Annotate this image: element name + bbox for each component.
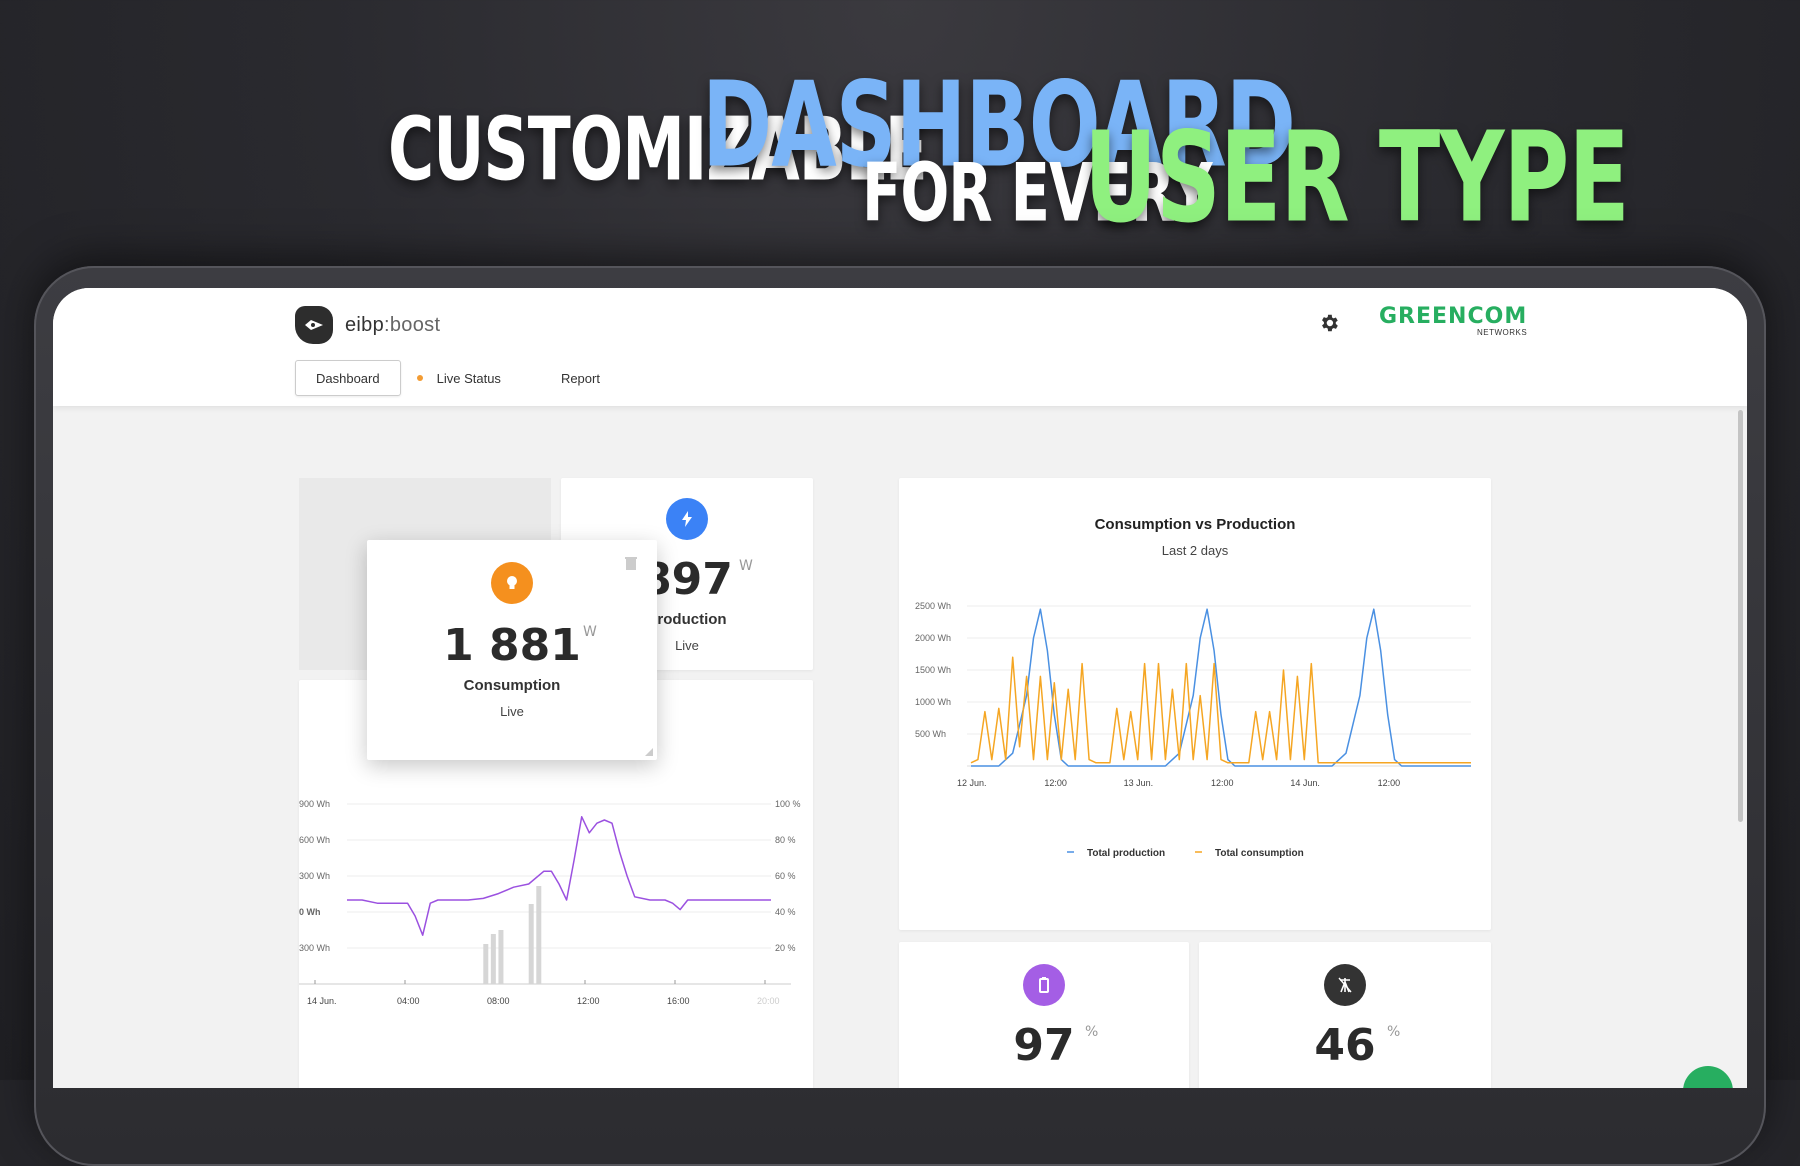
battery-level-unit: % bbox=[1085, 1024, 1099, 1040]
app-header: eibp:boost GREENCOM NETWORKS Dashboard L… bbox=[53, 288, 1747, 406]
tab-live-status[interactable]: Live Status bbox=[437, 361, 521, 395]
consumption-sub: Live bbox=[500, 704, 524, 719]
battery-y-tick-left: 900 Wh bbox=[299, 799, 330, 809]
nav-tabs: Dashboard Live Status Report bbox=[295, 360, 620, 396]
tab-dashboard[interactable]: Dashboard bbox=[295, 360, 401, 396]
cvp-x-tick: 12:00 bbox=[1044, 778, 1067, 788]
self-sufficiency-card[interactable]: 46 % bbox=[1199, 942, 1491, 1088]
cvp-legend-label: Total production bbox=[1087, 848, 1165, 859]
battery-y-tick-left: 300 Wh bbox=[299, 943, 330, 953]
battery-x-tick: 14 Jun. bbox=[307, 996, 337, 1006]
consumption-card-dragging[interactable]: 1 881 W Consumption Live bbox=[367, 540, 657, 760]
battery-bar bbox=[490, 934, 496, 984]
cvp-x-tick: 13 Jun. bbox=[1124, 778, 1154, 788]
lightning-icon bbox=[666, 498, 708, 540]
battery-y-tick-left: 0 Wh bbox=[299, 907, 321, 917]
battery-y-tick-right: 20 % bbox=[775, 943, 796, 953]
battery-x-tick: 20:00 bbox=[757, 996, 780, 1006]
battery-x-tick: 16:00 bbox=[667, 996, 690, 1006]
gear-icon[interactable] bbox=[1318, 312, 1340, 334]
battery-x-tick: 08:00 bbox=[487, 996, 510, 1006]
logo-suffix: boost bbox=[389, 313, 441, 336]
lightbulb-icon bbox=[491, 562, 533, 604]
app-screen: eibp:boost GREENCOM NETWORKS Dashboard L… bbox=[53, 288, 1747, 1088]
consumption-label: Consumption bbox=[463, 677, 561, 694]
battery-x-tick: 12:00 bbox=[577, 996, 600, 1006]
logo-text: eibp bbox=[345, 313, 385, 336]
battery-bar bbox=[483, 944, 489, 984]
battery-bar bbox=[498, 930, 504, 984]
battery-y-tick-right: 100 % bbox=[775, 799, 801, 809]
cvp-x-tick: 12:00 bbox=[1378, 778, 1401, 788]
consumption-unit: W bbox=[583, 624, 597, 640]
resize-handle-icon[interactable] bbox=[645, 748, 653, 756]
rocket-logo-icon bbox=[295, 306, 333, 344]
tab-report[interactable]: Report bbox=[521, 361, 620, 395]
grid-tower-icon bbox=[1324, 964, 1366, 1006]
scrollbar[interactable] bbox=[1738, 410, 1743, 822]
battery-y-tick-right: 40 % bbox=[775, 907, 796, 917]
headline-user-type: user type bbox=[1084, 104, 1630, 251]
trash-icon[interactable] bbox=[625, 556, 637, 570]
battery-y-tick-left: 600 Wh bbox=[299, 835, 330, 845]
cvp-y-tick: 500 Wh bbox=[915, 729, 946, 739]
battery-y-tick-left: 300 Wh bbox=[299, 871, 330, 881]
cvp-chart-subtitle: Last 2 days bbox=[1161, 543, 1229, 558]
app-logo[interactable]: eibp:boost bbox=[295, 306, 440, 344]
greencom-logo: GREENCOM NETWORKS bbox=[1379, 304, 1528, 338]
self-sufficiency-unit: % bbox=[1387, 1024, 1401, 1040]
cvp-x-tick: 12 Jun. bbox=[957, 778, 987, 788]
battery-icon bbox=[1023, 964, 1065, 1006]
battery-bar bbox=[528, 904, 534, 984]
production-unit: W bbox=[739, 558, 753, 574]
battery-chart: 900 Wh 100 % 600 Wh 80 % 300 Wh 60 % 0 Wh 40 % 3… bbox=[299, 799, 801, 1006]
self-sufficiency-value: 46 bbox=[1314, 1020, 1376, 1071]
live-dot-icon bbox=[416, 375, 423, 381]
battery-y-tick-right: 80 % bbox=[775, 835, 796, 845]
cvp-chart-title: Consumption vs Production bbox=[1094, 516, 1296, 533]
consumption-value: 1 881 bbox=[443, 620, 581, 671]
battery-level-value: 97 bbox=[1013, 1020, 1075, 1071]
add-widget-button[interactable] bbox=[1683, 1066, 1733, 1088]
battery-bar bbox=[536, 886, 542, 984]
cvp-x-tick: 12:00 bbox=[1211, 778, 1234, 788]
battery-x-tick: 04:00 bbox=[397, 996, 420, 1006]
cvp-y-tick: 2500 Wh bbox=[915, 601, 951, 611]
cvp-legend-label: Total consumption bbox=[1215, 848, 1304, 859]
battery-level-card[interactable]: 97 % bbox=[899, 942, 1189, 1088]
brand-sub: NETWORKS bbox=[1476, 328, 1528, 337]
cvp-y-tick: 1000 Wh bbox=[915, 697, 951, 707]
cvp-y-tick: 1500 Wh bbox=[915, 665, 951, 675]
cvp-x-tick: 14 Jun. bbox=[1290, 778, 1320, 788]
consumption-vs-production-card[interactable]: Consumption vs Production Last 2 days 25… bbox=[899, 478, 1491, 930]
brand-name: GREENCOM bbox=[1379, 304, 1528, 329]
cvp-y-tick: 2000 Wh bbox=[915, 633, 951, 643]
battery-y-tick-right: 60 % bbox=[775, 871, 796, 881]
cvp-chart: 2500 Wh 2000 Wh 1500 Wh 1000 Wh 500 Wh 12 Jun… bbox=[915, 601, 1471, 859]
